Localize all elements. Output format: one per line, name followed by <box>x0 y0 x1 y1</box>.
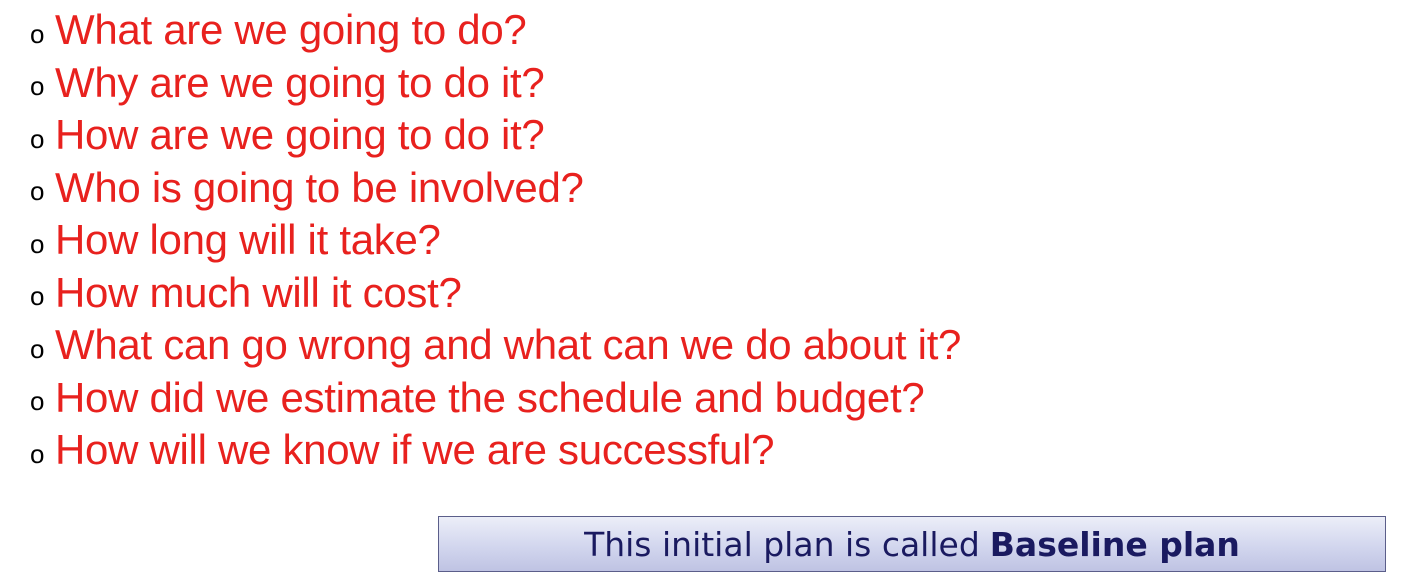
question-item: o How long will it take? <box>30 214 961 267</box>
question-item: o What are we going to do? <box>30 4 961 57</box>
bullet-icon: o <box>30 281 45 312</box>
question-item: o Why are we going to do it? <box>30 57 961 110</box>
baseline-prefix-text: This initial plan is called <box>584 524 980 564</box>
question-text: How long will it take? <box>55 216 441 264</box>
bullet-icon: o <box>30 438 45 469</box>
question-text: How much will it cost? <box>55 268 462 316</box>
question-item: o Who is going to be involved? <box>30 162 961 215</box>
question-text: How are we going to do it? <box>55 111 545 159</box>
bullet-icon: o <box>30 176 45 207</box>
question-list: o What are we going to do? o Why are we … <box>30 4 961 477</box>
question-item: o What can go wrong and what can we do a… <box>30 319 961 372</box>
question-item: o How much will it cost? <box>30 267 961 320</box>
question-item: o How will we know if we are successful? <box>30 424 961 477</box>
bullet-icon: o <box>30 228 45 259</box>
question-text: Why are we going to do it? <box>55 58 545 106</box>
question-text: How will we know if we are successful? <box>55 426 775 474</box>
baseline-plan-callout: This initial plan is called Baseline pla… <box>438 516 1386 572</box>
question-text: What are we going to do? <box>55 6 527 54</box>
question-text: How did we estimate the schedule and bud… <box>55 373 925 421</box>
question-item: o How are we going to do it? <box>30 109 961 162</box>
question-item: o How did we estimate the schedule and b… <box>30 372 961 425</box>
bullet-icon: o <box>30 333 45 364</box>
bullet-icon: o <box>30 123 45 154</box>
bullet-icon: o <box>30 18 45 49</box>
baseline-plan-label: Baseline plan <box>989 524 1240 564</box>
question-text: Who is going to be involved? <box>55 163 584 211</box>
bullet-icon: o <box>30 386 45 417</box>
question-text: What can go wrong and what can we do abo… <box>55 321 962 369</box>
bullet-icon: o <box>30 71 45 102</box>
